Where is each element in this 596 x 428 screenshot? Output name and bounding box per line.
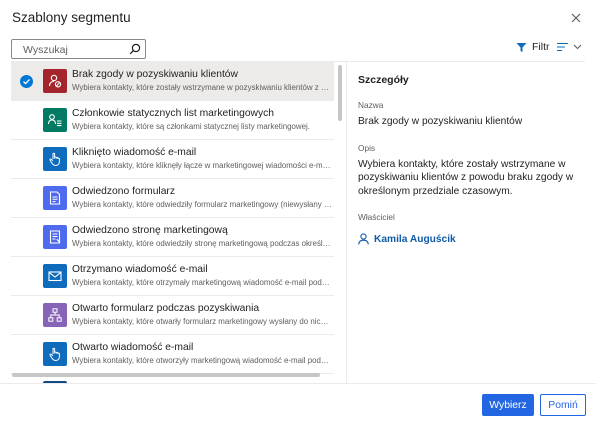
template-title: Członkowie statycznych list marketingowy… (72, 108, 275, 119)
filter-icon (516, 42, 527, 52)
form-icon (43, 186, 67, 210)
template-row[interactable]: Odwiedzono stronę marketingową Wybiera k… (11, 218, 334, 257)
page-icon (43, 225, 67, 249)
people-list-icon (43, 108, 67, 132)
search-icon[interactable] (129, 43, 141, 55)
footer-divider (0, 383, 596, 384)
search-box (11, 39, 146, 59)
description-value: Wybiera kontakty, które zostały wstrzyma… (358, 158, 574, 197)
template-row[interactable]: Otwarto wiadomość e-mail Wybiera kontakt… (11, 335, 334, 374)
chevron-down-icon (573, 44, 582, 50)
template-description: Wybiera kontakty, które zostały wstrzyma… (72, 83, 332, 92)
template-description: Wybiera kontakty, które odwiedziły stron… (72, 239, 332, 248)
blocked-person-icon (43, 69, 67, 93)
template-title: Brak zgody w pozyskiwaniu klientów (72, 69, 238, 80)
template-list: Brak zgody w pozyskiwaniu klientów Wybie… (11, 62, 334, 384)
pointer-hand-icon (43, 342, 67, 366)
search-input[interactable] (12, 41, 122, 59)
template-row[interactable]: Brak zgody w pozyskiwaniu klientów Wybie… (11, 62, 334, 101)
person-icon (358, 233, 369, 245)
template-title: Otwarto formularz podczas pozyskiwania (72, 303, 260, 314)
sort-lines-icon (557, 42, 568, 52)
template-title: Kliknięto wiadomość e-mail (72, 147, 197, 158)
envelope-icon (43, 264, 67, 288)
pointer-hand-icon (43, 147, 67, 171)
filter-label: Filtr (532, 41, 550, 53)
flowchart-icon (43, 303, 67, 327)
template-description: Wybiera kontakty, które otworzyły market… (72, 356, 332, 365)
template-row[interactable]: Członkowie statycznych list marketingowy… (11, 101, 334, 140)
template-description: Wybiera kontakty, które kliknęły łącze w… (72, 161, 332, 170)
filter-button[interactable]: Filtr (516, 41, 550, 53)
template-row[interactable]: Odwiedzono formularz Wybiera kontakty, k… (11, 179, 334, 218)
selected-check-icon (20, 75, 33, 88)
owner-name: Kamila Auguścik (374, 233, 456, 245)
template-description: Wybiera kontakty, które są członkami sta… (72, 122, 310, 131)
close-button[interactable] (568, 10, 584, 26)
template-row[interactable]: Otrzymano wiadomość e-mail Wybiera konta… (11, 257, 334, 296)
owner-link[interactable]: Kamila Auguścik (358, 233, 586, 245)
template-description: Wybiera kontakty, które otwarły formular… (72, 317, 332, 326)
details-panel: Szczegóły Nazwa Brak zgody w pozyskiwani… (358, 74, 586, 245)
template-title: Otwarto wiadomość e-mail (72, 342, 194, 353)
template-title: Odwiedzono stronę marketingową (72, 225, 228, 236)
select-button[interactable]: Wybierz (482, 394, 534, 416)
sort-button[interactable] (557, 42, 582, 52)
template-title: Odwiedzono formularz (72, 186, 176, 197)
name-value: Brak zgody w pozyskiwaniu klientów (358, 116, 523, 127)
close-icon (571, 13, 581, 23)
template-title: Otrzymano wiadomość e-mail (72, 264, 208, 275)
panel-divider (346, 62, 347, 384)
horizontal-scrollbar[interactable] (12, 373, 320, 377)
template-row[interactable]: Kliknięto wiadomość e-mail Wybiera konta… (11, 140, 334, 179)
description-label: Opis (358, 142, 376, 153)
skip-button[interactable]: Pomiń (540, 394, 586, 416)
template-description: Wybiera kontakty, które odwiedziły formu… (72, 200, 332, 209)
list-scrollbar[interactable] (338, 65, 342, 121)
details-heading: Szczegóły (358, 74, 409, 86)
template-description: Wybiera kontakty, które otrzymały market… (72, 278, 332, 287)
name-label: Nazwa (358, 100, 384, 110)
dialog-title: Szablony segmentu (12, 10, 131, 25)
template-row[interactable]: Otwarto formularz podczas pozyskiwania W… (11, 296, 334, 335)
owner-label: Właściciel (358, 212, 395, 222)
